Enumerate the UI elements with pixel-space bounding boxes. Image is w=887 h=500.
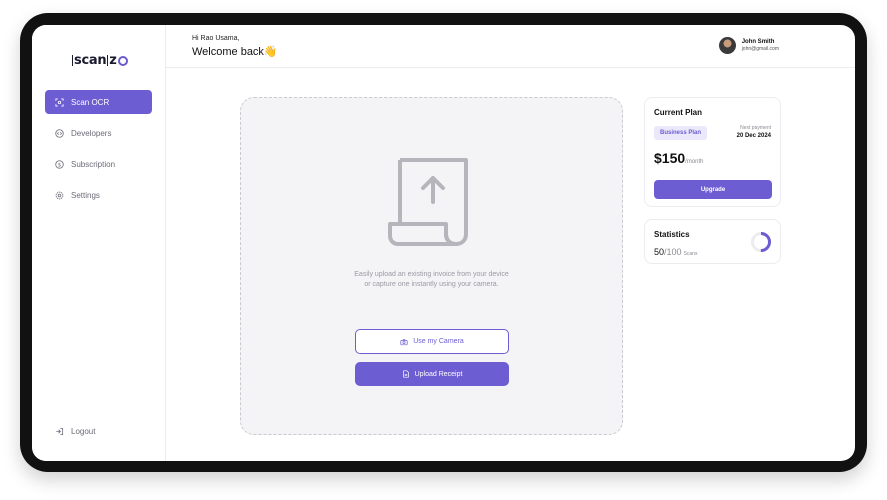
app-screen: scan z Scan OCR Developers $ Subscriptio… (32, 25, 855, 461)
camera-icon (400, 338, 408, 345)
plan-card-title: Current Plan (654, 108, 703, 117)
current-plan-card: Current Plan Business Plan Next payment … (644, 97, 781, 207)
sidebar-item-subscription[interactable]: $ Subscription (45, 152, 152, 176)
upload-document-icon (388, 158, 468, 246)
next-payment-label: Next payment (740, 125, 771, 131)
plan-price: $150/month (654, 150, 704, 166)
usage-progress-ring (751, 232, 771, 252)
sidebar-item-scan-ocr[interactable]: Scan OCR (45, 90, 152, 114)
file-icon (402, 370, 409, 378)
greeting-subtitle: Hi Rao Usama, (192, 35, 240, 42)
user-profile[interactable]: John Smith john@gmail.com (718, 37, 779, 54)
upload-dropzone[interactable]: Easily upload an existing invoice from y… (240, 97, 623, 435)
upload-instructions: Easily upload an existing invoice from y… (354, 271, 509, 288)
upgrade-button[interactable]: Upgrade (654, 180, 772, 199)
dollar-icon: $ (55, 159, 64, 169)
scan-usage: 50/100 Scans (654, 247, 698, 257)
avatar (718, 37, 736, 54)
scan-icon (55, 97, 64, 107)
statistics-title: Statistics (654, 230, 690, 239)
brand-logo: scan z (72, 53, 128, 68)
logout-button[interactable]: Logout (45, 419, 152, 443)
sidebar: scan z Scan OCR Developers $ Subscriptio… (32, 25, 166, 461)
logout-icon (56, 427, 64, 435)
upload-receipt-button[interactable]: Upload Receipt (355, 362, 509, 386)
statistics-card: Statistics 50/100 Scans (644, 219, 781, 264)
greeting-title: Welcome back👋 (192, 46, 278, 58)
top-header: Hi Rao Usama, Welcome back👋 John Smith j… (166, 25, 855, 68)
use-camera-button[interactable]: Use my Camera (355, 329, 509, 354)
next-payment-date: 20 Dec 2024 (736, 133, 771, 139)
user-name: John Smith (741, 39, 775, 45)
plan-badge: Business Plan (654, 126, 708, 140)
logout-label: Logout (71, 426, 96, 436)
gear-icon (55, 191, 64, 199)
sidebar-item-settings[interactable]: Settings (45, 183, 152, 207)
svg-text:$: $ (58, 162, 61, 168)
user-info: John Smith john@gmail.com (742, 39, 779, 52)
sidebar-item-label: Scan OCR (71, 97, 110, 107)
sidebar-item-label: Developers (71, 128, 112, 138)
user-email: john@gmail.com (741, 46, 779, 52)
logo-mark-icon (117, 55, 128, 66)
code-icon (55, 128, 64, 138)
sidebar-item-developers[interactable]: Developers (45, 121, 152, 145)
sidebar-item-label: Settings (71, 190, 100, 200)
sidebar-item-label: Subscription (71, 159, 116, 169)
